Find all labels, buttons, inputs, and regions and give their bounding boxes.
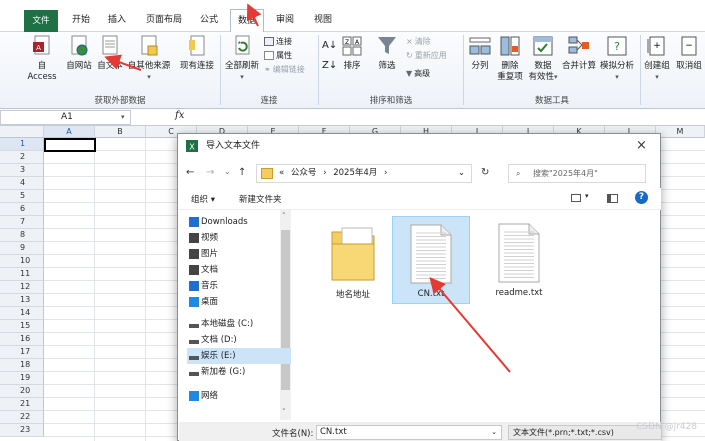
excel-window: 文件 开始 插入 页面布局 公式 数据 审阅 视图 A 自 Access 自网站… [0,0,705,441]
annotation-arrow [104,54,142,71]
annotation-arrow [246,3,262,27]
watermark: CSDN @jr428 [636,422,697,432]
annotation-arrow [429,276,511,373]
annotation-overlay [104,3,511,373]
